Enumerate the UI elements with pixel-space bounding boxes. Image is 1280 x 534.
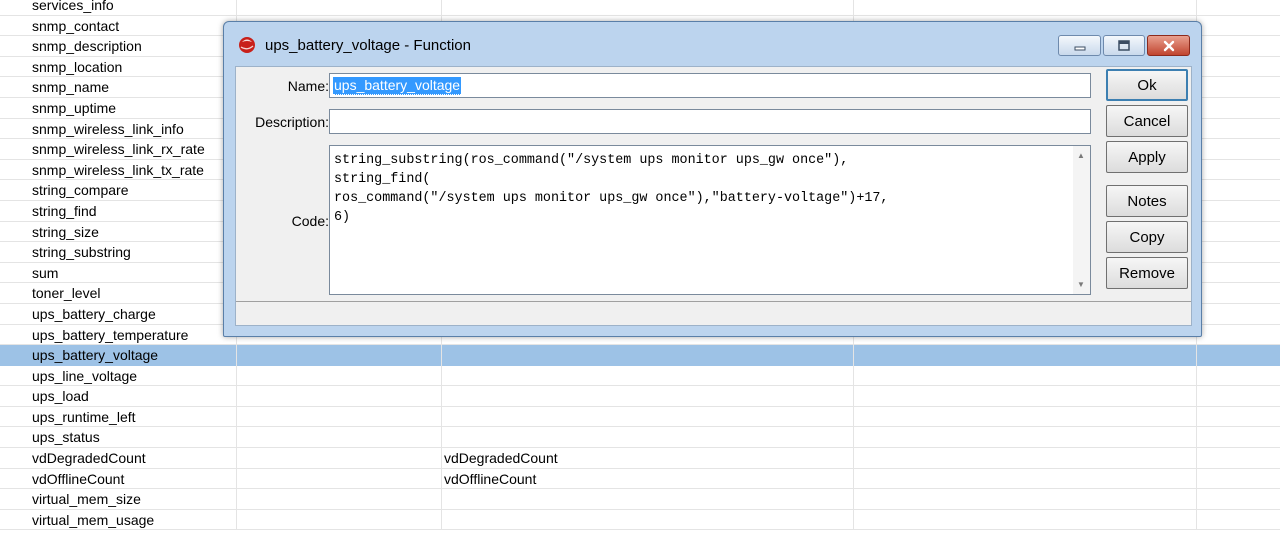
code-textarea[interactable]: string_substring(ros_command("/system up… — [329, 145, 1091, 295]
list-row-name: snmp_wireless_link_rx_rate — [32, 141, 205, 158]
maximize-icon — [1118, 39, 1130, 51]
list-row[interactable]: virtual_mem_usage — [0, 510, 1280, 531]
list-row-value — [444, 489, 844, 509]
list-row-name: string_size — [32, 223, 99, 240]
list-row[interactable]: ups_battery_voltage — [0, 345, 1280, 366]
notes-button[interactable]: Notes — [1106, 185, 1188, 217]
list-row-name: sum — [32, 264, 59, 281]
list-row-value — [444, 407, 844, 427]
dialog-title-bar[interactable]: ups_battery_voltage - Function — [224, 22, 1201, 66]
list-row-name: string_substring — [32, 244, 131, 261]
list-row[interactable]: ups_line_voltage — [0, 366, 1280, 387]
name-input-value: ups_battery_voltage — [333, 77, 462, 95]
function-dialog: ups_battery_voltage - Function Name: Des… — [223, 21, 1202, 337]
list-row-name: snmp_name — [32, 79, 110, 96]
list-row-name: ups_status — [32, 429, 100, 446]
list-row-name: snmp_uptime — [32, 99, 117, 116]
minimize-icon — [1074, 46, 1085, 50]
list-row-name: ups_line_voltage — [32, 367, 138, 384]
list-row-name: ups_runtime_left — [32, 408, 136, 425]
list-row-name: ups_battery_charge — [32, 305, 156, 322]
list-row[interactable]: services_info — [0, 0, 1280, 16]
list-row-name: virtual_mem_usage — [32, 511, 155, 528]
app-red-sphere-icon — [239, 37, 255, 53]
list-row-name: virtual_mem_size — [32, 491, 141, 508]
list-row-value: vdOfflineCount — [444, 470, 537, 487]
list-row[interactable]: ups_runtime_left — [0, 407, 1280, 428]
description-label: Description: — [255, 114, 329, 130]
list-row-name: ups_battery_temperature — [32, 326, 189, 343]
list-row-name: snmp_wireless_link_tx_rate — [32, 161, 204, 178]
list-row[interactable]: virtual_mem_size — [0, 489, 1280, 510]
scroll-down-icon[interactable]: ▼ — [1077, 280, 1085, 289]
ok-button[interactable]: Ok — [1106, 69, 1188, 101]
list-row-value — [444, 366, 844, 386]
close-icon — [1163, 40, 1174, 51]
maximize-button[interactable] — [1103, 35, 1145, 56]
list-row[interactable]: ups_load — [0, 386, 1280, 407]
list-row-name: snmp_description — [32, 38, 142, 55]
list-row-name: ups_load — [32, 388, 89, 405]
list-row-name: ups_battery_voltage — [32, 347, 159, 364]
list-row-name: vdOfflineCount — [32, 470, 125, 487]
list-row-value: vdDegradedCount — [444, 450, 558, 467]
status-bar — [236, 301, 1191, 325]
list-row-value — [444, 345, 844, 365]
name-input[interactable]: ups_battery_voltage — [329, 73, 1091, 98]
list-row-value — [444, 386, 844, 406]
list-row-name: snmp_location — [32, 58, 123, 75]
dialog-title: ups_battery_voltage - Function — [265, 37, 471, 54]
minimize-button[interactable] — [1058, 35, 1101, 56]
list-row-value — [444, 510, 844, 530]
list-row[interactable]: vdOfflineCount vdOfflineCount — [0, 469, 1280, 490]
list-row[interactable]: ups_status — [0, 427, 1280, 449]
list-row-name: snmp_wireless_link_info — [32, 120, 184, 137]
code-label: Code: — [291, 213, 329, 229]
list-row-name: string_compare — [32, 182, 129, 199]
scroll-up-icon[interactable]: ▲ — [1077, 151, 1085, 160]
name-label: Name: — [287, 78, 329, 94]
list-row-name: vdDegradedCount — [32, 450, 146, 467]
list-row-name: string_find — [32, 202, 97, 219]
close-button[interactable] — [1147, 35, 1190, 56]
code-scrollbar[interactable]: ▲ ▼ — [1073, 146, 1090, 294]
list-row-name: toner_level — [32, 285, 101, 302]
dialog-client-area: Name: Description: Code: ups_battery_vol… — [235, 66, 1192, 326]
list-row-name: services_info — [32, 0, 114, 13]
apply-button[interactable]: Apply — [1106, 141, 1188, 173]
code-text: string_substring(ros_command("/system up… — [334, 153, 889, 225]
description-input[interactable] — [329, 109, 1091, 134]
cancel-button[interactable]: Cancel — [1106, 105, 1188, 137]
copy-button[interactable]: Copy — [1106, 221, 1188, 253]
list-row[interactable]: vdDegradedCount vdDegradedCount — [0, 448, 1280, 469]
remove-button[interactable]: Remove — [1106, 257, 1188, 289]
list-row-value — [444, 0, 844, 15]
list-row-value — [444, 427, 844, 447]
list-row-name: snmp_contact — [32, 17, 120, 34]
